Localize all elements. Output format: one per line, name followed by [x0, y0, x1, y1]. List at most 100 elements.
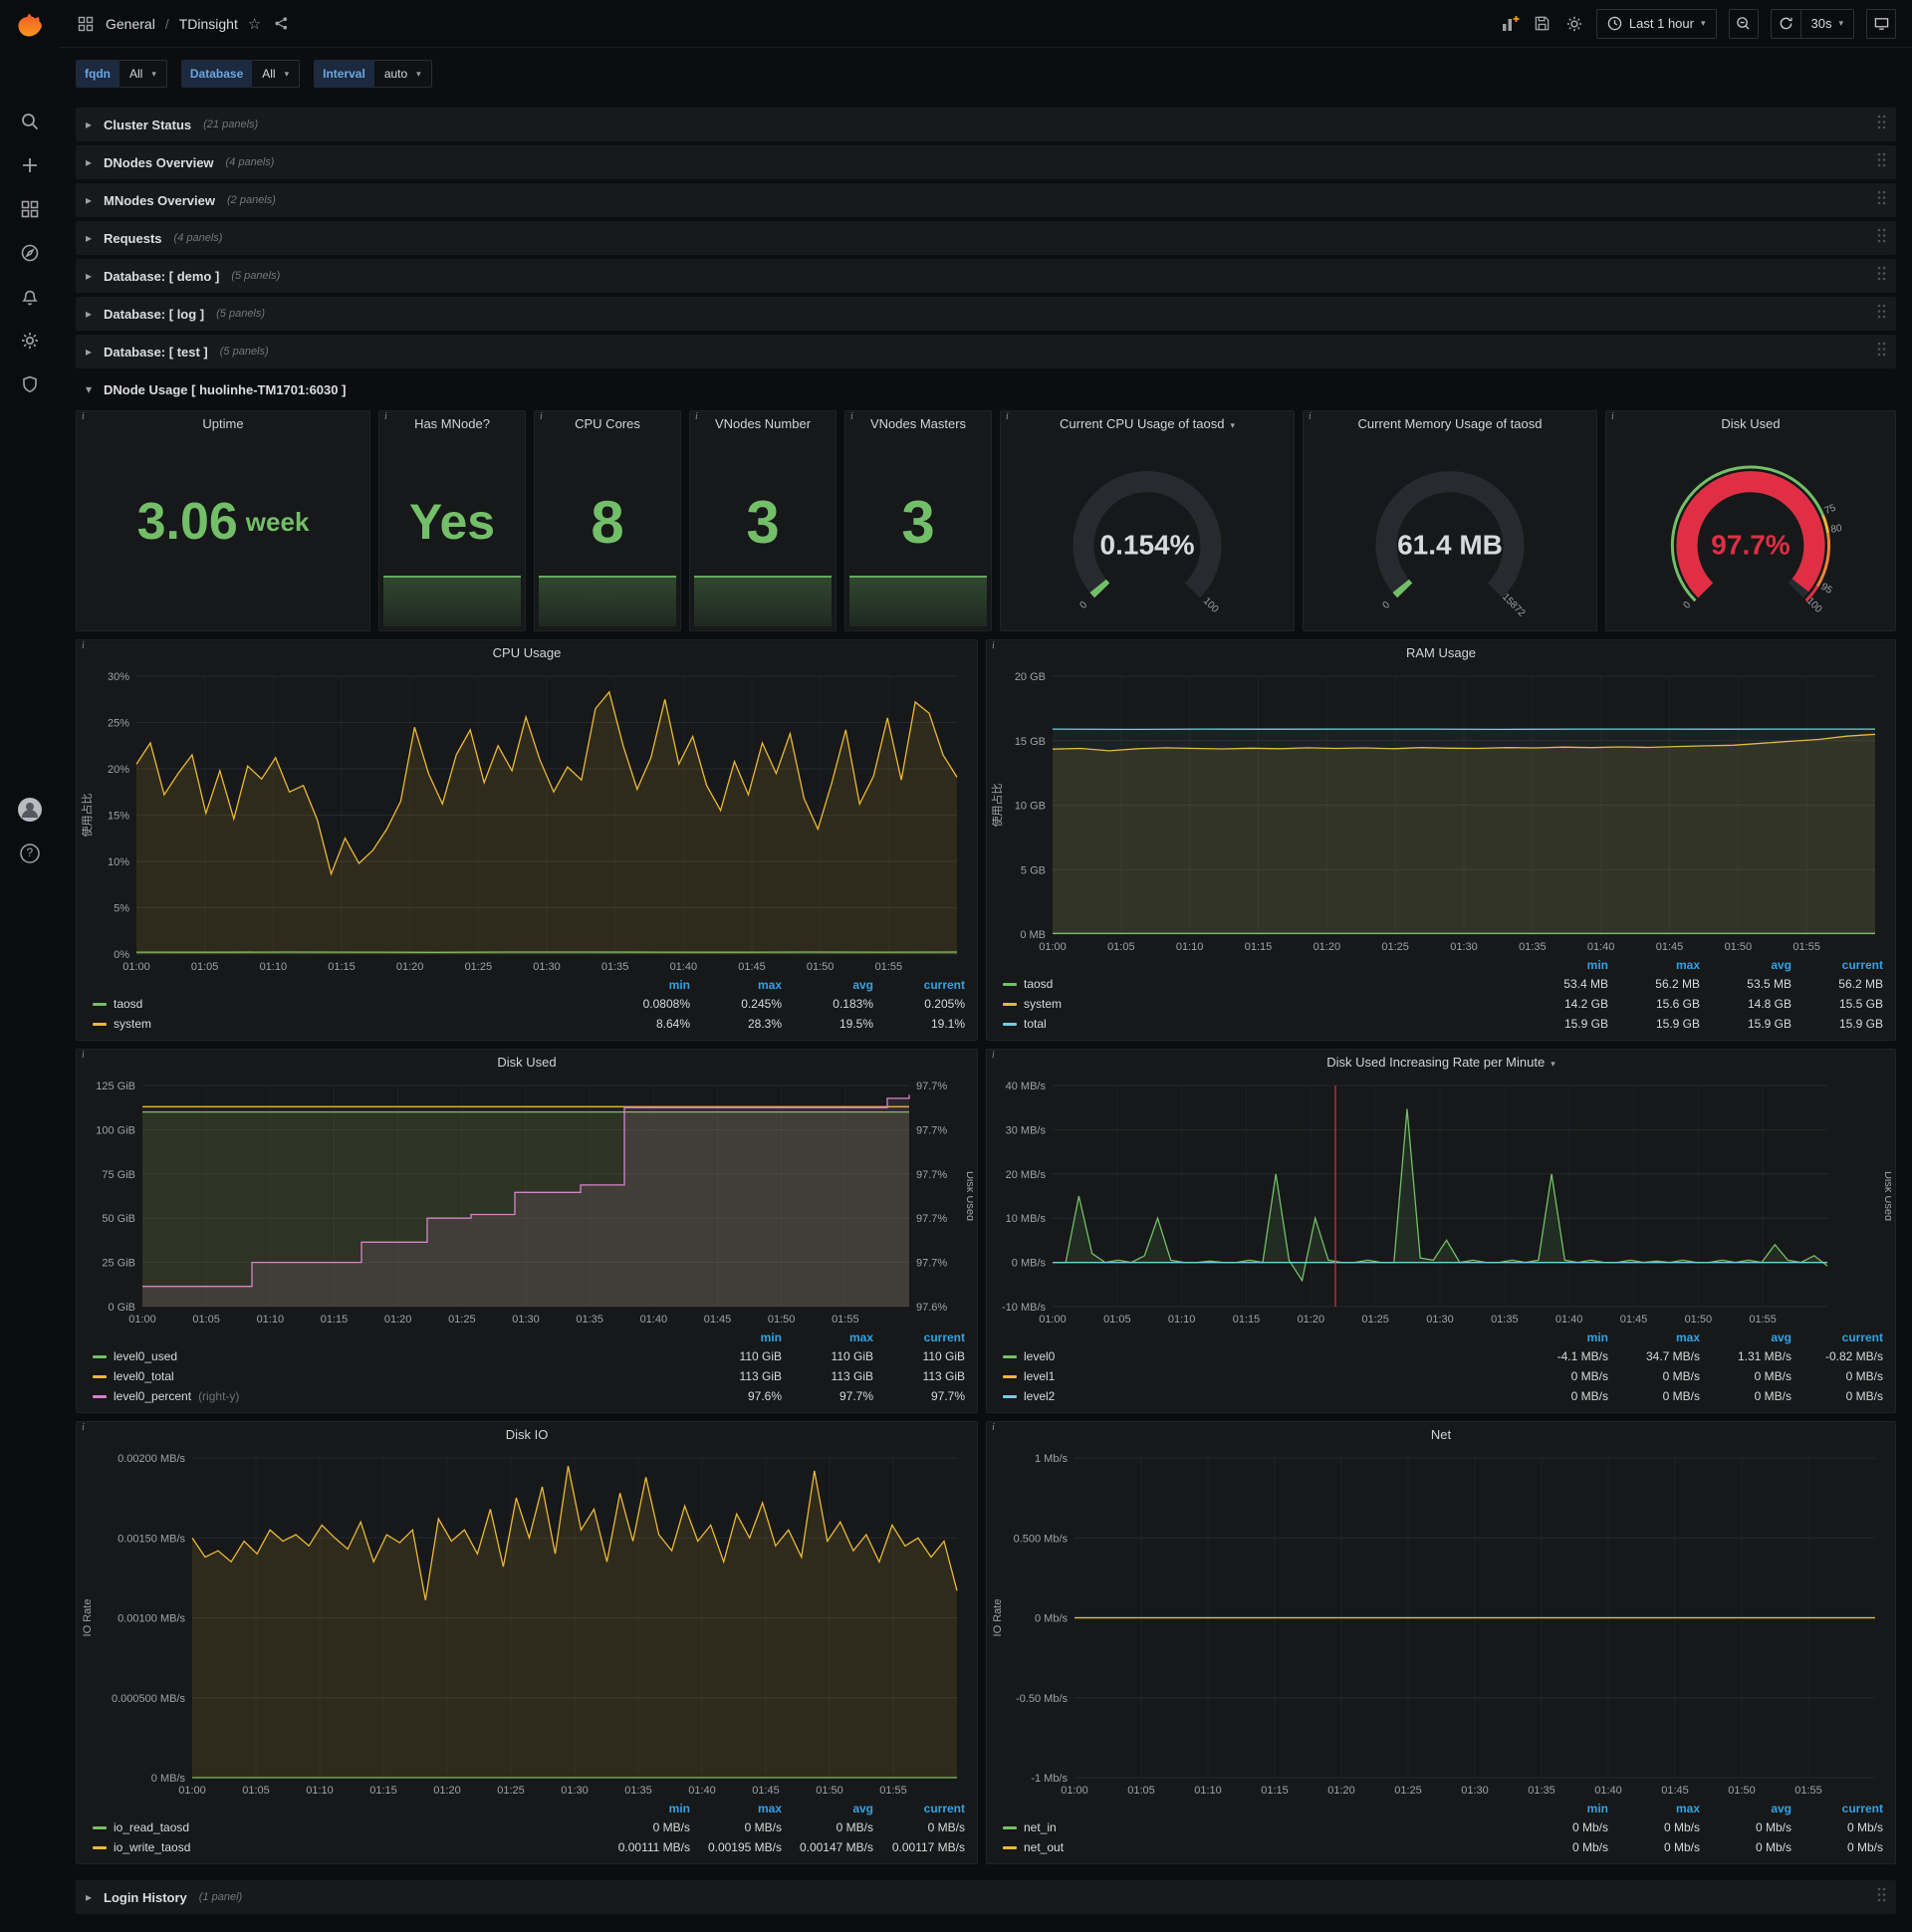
drag-handle[interactable] [1877, 304, 1886, 324]
legend-series[interactable]: taosd [93, 994, 598, 1014]
dashboards-icon[interactable] [20, 199, 40, 219]
drag-handle[interactable] [1877, 342, 1886, 362]
row-cluster-status[interactable]: ▸ Cluster Status (21 panels) [76, 108, 1896, 141]
panel-title[interactable]: Has MNode? [379, 411, 525, 437]
cpu-usage-chart[interactable]: 0% 5% 10% 15% 20% 25% 30% 01:00 01:05 01:10 01:15 0… [80, 666, 973, 974]
panel-info-icon[interactable]: i [1006, 411, 1009, 422]
panel-info-icon[interactable]: i [82, 1422, 85, 1433]
net-legend[interactable]: min max avg current net_in 0 Mb/s 0 Mb/s 0 Mb/s… [1003, 1800, 1883, 1857]
disk-rate-chart[interactable]: -10 MB/s 0 MB/s 10 MB/s 20 MB/s 30 MB/s 40 MB… [991, 1076, 1894, 1327]
panel-info-icon[interactable]: i [992, 1422, 995, 1433]
legend-series[interactable]: net_in [1003, 1817, 1517, 1837]
legend-series[interactable]: level0 [1003, 1346, 1517, 1366]
legend-series[interactable]: net_out [1003, 1837, 1517, 1857]
row-login-history[interactable]: ▸ Login History (1 panel) [76, 1880, 1896, 1914]
tv-mode-button[interactable] [1866, 8, 1896, 39]
variable-value-fqdn[interactable]: All ▾ [120, 60, 167, 88]
create-plus-icon[interactable] [20, 155, 40, 175]
drag-handle[interactable] [1877, 152, 1886, 172]
panel-info-icon[interactable]: i [82, 411, 85, 422]
disk-rate-legend[interactable]: min max avg current level0 -4.1 MB/s 34.7 MB/s… [1003, 1328, 1883, 1406]
panel-title[interactable]: Disk Used Increasing Rate per Minute ▾ [987, 1050, 1895, 1076]
panel-info-icon[interactable]: i [850, 411, 853, 422]
panel-title[interactable]: VNodes Number [690, 411, 836, 437]
alerting-bell-icon[interactable] [20, 287, 40, 307]
refresh-interval-dropdown[interactable]: 30s ▾ [1799, 8, 1854, 39]
disk-used-legend[interactable]: min max current level0_used 110 GiB 110 GiB 11… [93, 1328, 965, 1406]
legend-series[interactable]: system [1003, 994, 1517, 1014]
dashboard-grid-icon[interactable] [76, 14, 96, 34]
drag-handle[interactable] [1877, 228, 1886, 248]
ram-usage-chart[interactable]: 0 MB 5 GB 10 GB 15 GB 20 GB 01:00 01:05 01:10 01… [990, 666, 1891, 954]
panel-settings-gear-icon[interactable] [1564, 14, 1584, 34]
legend-series[interactable]: level0_total [93, 1366, 690, 1386]
disk-io-legend[interactable]: min max avg current io_read_taosd 0 MB/s 0 MB/… [93, 1800, 965, 1857]
legend-series[interactable]: system [93, 1014, 598, 1034]
panel-info-icon[interactable]: i [384, 411, 387, 422]
panel-title[interactable]: Current Memory Usage of taosd [1304, 411, 1596, 437]
row-database-test[interactable]: ▸ Database: [ test ] (5 panels) [76, 335, 1896, 368]
add-panel-icon[interactable] [1501, 14, 1521, 34]
disk-used-chart[interactable]: 0 GiB 97.6% 25 GiB 97.7% 50 GiB 97.7% 75 GiB 97… [81, 1076, 976, 1327]
panel-title[interactable]: Uptime [77, 411, 369, 437]
panel-title[interactable]: Net [987, 1422, 1895, 1448]
panel-info-icon[interactable]: i [695, 411, 698, 422]
panel-info-icon[interactable]: i [992, 640, 995, 651]
refresh-button[interactable] [1770, 8, 1800, 39]
panel-title[interactable]: Disk Used [1606, 411, 1895, 437]
variable-value-database[interactable]: All ▾ [252, 60, 301, 88]
panel-title[interactable]: VNodes Masters [845, 411, 991, 437]
legend-series[interactable]: level2 [1003, 1386, 1517, 1406]
drag-handle[interactable] [1877, 266, 1886, 286]
legend-series[interactable]: total [1003, 1014, 1517, 1034]
panel-title[interactable]: RAM Usage [987, 640, 1895, 666]
legend-series[interactable]: level0_used [93, 1346, 690, 1366]
panel-info-icon[interactable]: i [1309, 411, 1312, 422]
user-avatar[interactable] [17, 797, 42, 822]
panel-title[interactable]: CPU Usage [77, 640, 977, 666]
share-icon[interactable] [271, 14, 291, 34]
row-dnode-usage-expanded[interactable]: ▾ DNode Usage [ huolinhe-TM1701:6030 ] [76, 372, 1896, 406]
ram-usage-legend[interactable]: min max avg current taosd 53.4 MB 56.2 MB 53.5 … [1003, 956, 1883, 1034]
panel-title[interactable]: Current CPU Usage of taosd ▾ [1001, 411, 1294, 437]
panel-title[interactable]: Disk IO [77, 1422, 977, 1448]
legend-series[interactable]: io_write_taosd [93, 1837, 598, 1857]
star-icon[interactable]: ☆ [248, 15, 261, 33]
drag-handle[interactable] [1877, 190, 1886, 210]
svg-text:0.00150 MB/s: 0.00150 MB/s [118, 1533, 185, 1545]
time-range-picker[interactable]: Last 1 hour ▾ [1595, 8, 1717, 39]
cpu-usage-legend[interactable]: min max avg current taosd 0.0808% 0.245% 0.183%… [93, 976, 965, 1034]
panel-info-icon[interactable]: i [1611, 411, 1614, 422]
panel-info-icon[interactable]: i [82, 1050, 85, 1061]
legend-series[interactable]: io_read_taosd [93, 1817, 598, 1837]
panel-info-icon[interactable]: i [540, 411, 543, 422]
panel-title[interactable]: CPU Cores [535, 411, 680, 437]
explore-compass-icon[interactable] [20, 243, 40, 263]
drag-handle[interactable] [1877, 1887, 1886, 1907]
net-chart[interactable]: -1 Mb/s -0.50 Mb/s 0 Mb/s 0.500 Mb/s 1 Mb/s 0… [991, 1448, 1891, 1798]
configuration-gear-icon[interactable] [20, 331, 40, 351]
breadcrumb-title[interactable]: TDinsight [179, 16, 238, 32]
panel-info-icon[interactable]: i [992, 1050, 995, 1061]
svg-text:-10 MB/s: -10 MB/s [1002, 1302, 1047, 1314]
disk-io-chart[interactable]: 0 MB/s 0.000500 MB/s 0.00100 MB/s 0.00150 M… [81, 1448, 973, 1798]
row-requests[interactable]: ▸ Requests (4 panels) [76, 221, 1896, 255]
drag-handle[interactable] [1877, 115, 1886, 134]
zoom-out-button[interactable] [1728, 8, 1759, 39]
panel-title[interactable]: Disk Used [77, 1050, 977, 1076]
row-database-log[interactable]: ▸ Database: [ log ] (5 panels) [76, 297, 1896, 331]
row-mnodes-overview[interactable]: ▸ MNodes Overview (2 panels) [76, 183, 1896, 217]
server-admin-shield-icon[interactable] [20, 374, 40, 394]
breadcrumb-section[interactable]: General [106, 16, 155, 32]
grafana-logo-icon[interactable] [14, 9, 46, 41]
variable-value-interval[interactable]: auto ▾ [373, 60, 432, 88]
panel-info-icon[interactable]: i [82, 640, 85, 651]
legend-series[interactable]: taosd [1003, 974, 1517, 994]
legend-series[interactable]: level1 [1003, 1366, 1517, 1386]
save-icon[interactable] [1533, 14, 1553, 34]
help-icon[interactable]: ? [19, 843, 40, 863]
legend-series[interactable]: level0_percent (right-y) [93, 1386, 690, 1406]
search-icon[interactable] [20, 112, 40, 131]
row-database-demo[interactable]: ▸ Database: [ demo ] (5 panels) [76, 259, 1896, 293]
row-dnodes-overview[interactable]: ▸ DNodes Overview (4 panels) [76, 145, 1896, 179]
